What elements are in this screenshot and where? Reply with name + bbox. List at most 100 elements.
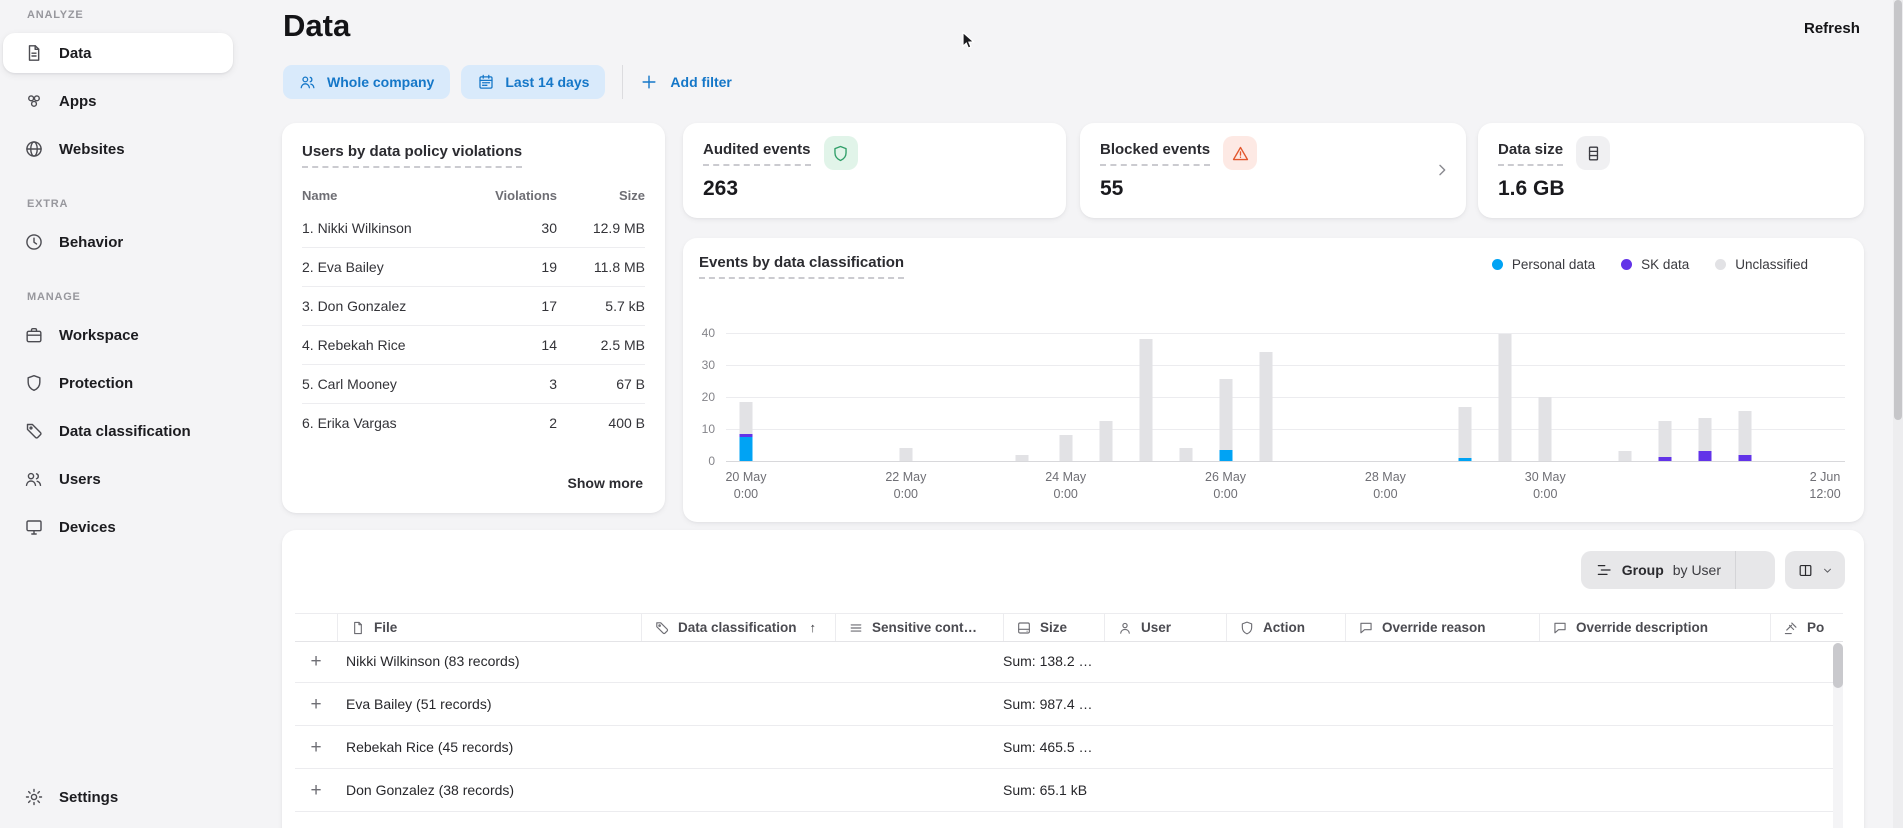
violations-row[interactable]: 3. Don Gonzalez175.7 kB — [302, 287, 645, 326]
chart-bar[interactable] — [1015, 455, 1028, 461]
sidebar-item-behavior[interactable]: Behavior — [3, 222, 233, 262]
group-row-name: Nikki Wilkinson (83 records) — [337, 653, 1003, 669]
bar-segment-unclassified — [1059, 435, 1072, 461]
violations-row[interactable]: 1. Nikki Wilkinson3012.9 MB — [302, 209, 645, 248]
chart-bar[interactable] — [1619, 451, 1632, 461]
expand-row-button[interactable]: + — [295, 695, 337, 714]
column-header-action[interactable]: Action — [1226, 614, 1345, 641]
chart-bar[interactable] — [1699, 418, 1712, 461]
chart-legend: Personal data SK data Unclassified — [1492, 257, 1808, 272]
page-scrollbar[interactable] — [1893, 0, 1903, 828]
chart-bar[interactable] — [1139, 339, 1152, 461]
group-row[interactable]: +Eva Bailey (51 records)Sum: 987.4 … — [295, 683, 1843, 726]
sidebar-item-websites[interactable]: Websites — [3, 129, 233, 169]
date-filter-chip[interactable]: Last 14 days — [461, 65, 605, 99]
violations-row[interactable]: 2. Eva Bailey1911.8 MB — [302, 248, 645, 287]
sidebar-section-label: ANALYZE — [0, 6, 250, 24]
clear-grouping-button[interactable] — [1736, 551, 1775, 589]
calendar-icon — [477, 73, 495, 91]
chevron-right-icon[interactable] — [1432, 160, 1452, 180]
gridline — [726, 333, 1845, 334]
chart-bar[interactable] — [1259, 352, 1272, 461]
violations-row[interactable]: 4. Rebekah Rice142.5 MB — [302, 326, 645, 365]
briefcase-icon — [24, 325, 44, 345]
gear-icon — [24, 787, 44, 807]
legend-item-unclassified[interactable]: Unclassified — [1715, 257, 1808, 272]
expand-row-button[interactable]: + — [295, 652, 337, 671]
column-header-user[interactable]: User — [1104, 614, 1226, 641]
add-filter-button[interactable]: Add filter — [639, 72, 731, 92]
violations-row[interactable]: 5. Carl Mooney367 B — [302, 365, 645, 404]
legend-dot — [1621, 259, 1632, 270]
user-name: 6. Erika Vargas — [302, 415, 487, 431]
table-scrollbar[interactable] — [1833, 643, 1843, 828]
group-icon — [1595, 561, 1613, 579]
refresh-button[interactable]: Refresh — [1804, 20, 1860, 37]
sidebar-item-workspace[interactable]: Workspace — [3, 315, 233, 355]
sidebar-item-devices[interactable]: Devices — [3, 507, 233, 547]
group-row[interactable]: +Carl Mooney (31 records)Sum: 1001.2 … — [295, 812, 1843, 828]
expand-row-button[interactable]: + — [295, 824, 337, 828]
shield-icon — [1239, 620, 1255, 636]
x-axis-label: 24 May0:00 — [1045, 469, 1086, 503]
bar-segment-unclassified — [899, 448, 912, 461]
violations-count: 2 — [487, 415, 557, 431]
bar-segment-personal — [739, 437, 752, 461]
sidebar-item-data-classification[interactable]: Data classification — [3, 411, 233, 451]
sidebar-item-protection[interactable]: Protection — [3, 363, 233, 403]
chart-bar[interactable] — [1539, 397, 1552, 461]
column-header-override-description[interactable]: Override description — [1539, 614, 1770, 641]
sidebar-item-settings[interactable]: Settings — [3, 777, 233, 817]
blocked-events-value: 55 — [1100, 177, 1446, 201]
violations-row[interactable]: 6. Erika Vargas2400 B — [302, 404, 645, 442]
bar-segment-sk — [1659, 457, 1672, 461]
column-header-po[interactable]: Po — [1770, 614, 1833, 641]
chart-bar[interactable] — [1179, 448, 1192, 461]
column-header-sensitive-cont-[interactable]: Sensitive cont… — [835, 614, 1003, 641]
violations-count: 17 — [487, 298, 557, 314]
group-row[interactable]: +Don Gonzalez (38 records)Sum: 65.1 kB — [295, 769, 1843, 812]
group-by-chip[interactable]: Group by User — [1581, 561, 1735, 579]
sidebar-item-data[interactable]: Data — [3, 33, 233, 73]
table-scrollbar-thumb[interactable] — [1833, 643, 1843, 688]
violations-size: 2.5 MB — [557, 337, 645, 353]
show-more-link[interactable]: Show more — [568, 475, 643, 491]
legend-item-sk-data[interactable]: SK data — [1621, 257, 1689, 272]
violations-count: 3 — [487, 376, 557, 392]
audited-events-value: 263 — [703, 177, 1046, 201]
chart-bar[interactable] — [1059, 435, 1072, 461]
legend-item-personal-data[interactable]: Personal data — [1492, 257, 1595, 272]
expand-row-button[interactable]: + — [295, 738, 337, 757]
chart-title: Events by data classification — [699, 254, 904, 279]
page-scrollbar-thumb[interactable] — [1894, 0, 1902, 420]
chart-bar[interactable] — [1659, 421, 1672, 461]
apps-icon — [24, 91, 44, 111]
scope-filter-chip[interactable]: Whole company — [283, 65, 450, 99]
shield-icon — [824, 136, 858, 170]
chart-bar[interactable] — [899, 448, 912, 461]
bar-segment-unclassified — [739, 402, 752, 434]
column-header-data-classification[interactable]: Data classification↑ — [641, 614, 835, 641]
x-axis-label: 26 May0:00 — [1205, 469, 1246, 503]
group-row[interactable]: +Nikki Wilkinson (83 records)Sum: 138.2 … — [295, 640, 1843, 683]
chart-bar[interactable] — [1219, 379, 1232, 461]
sidebar-item-apps[interactable]: Apps — [3, 81, 233, 121]
sidebar-item-users[interactable]: Users — [3, 459, 233, 499]
group-row[interactable]: +Rebekah Rice (45 records)Sum: 465.5 … — [295, 726, 1843, 769]
x-axis-label: 30 May0:00 — [1525, 469, 1566, 503]
group-chip-bold: Group — [1622, 562, 1664, 578]
column-header-override-reason[interactable]: Override reason — [1345, 614, 1539, 641]
data-size-value: 1.6 GB — [1498, 177, 1844, 201]
bar-segment-personal — [1219, 450, 1232, 461]
column-header-size[interactable]: Size — [1003, 614, 1104, 641]
chart-bar[interactable] — [1499, 334, 1512, 461]
chart-bar[interactable] — [1739, 411, 1752, 461]
chart-bar[interactable] — [739, 402, 752, 461]
sidebar-item-label: Workspace — [59, 327, 139, 344]
column-settings-button[interactable] — [1785, 551, 1845, 589]
column-header-file[interactable]: File — [337, 614, 641, 641]
chart-bar[interactable] — [1459, 407, 1472, 461]
chart-bar[interactable] — [1099, 421, 1112, 461]
expand-row-button[interactable]: + — [295, 781, 337, 800]
sidebar-item-label: Users — [59, 471, 101, 488]
